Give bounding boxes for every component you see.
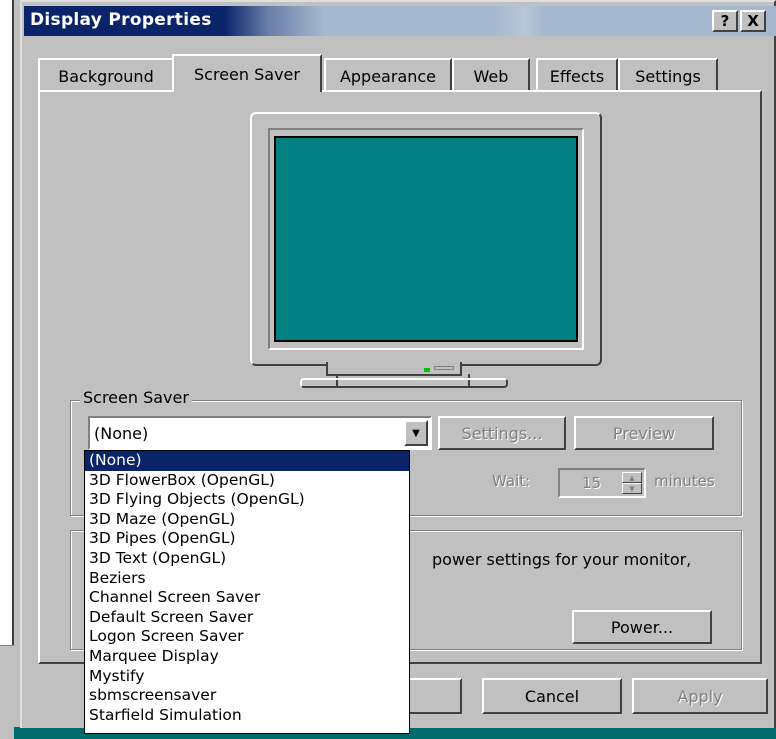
wait-spinner[interactable]: ▲ ▼ <box>622 472 642 494</box>
window-title: Display Properties <box>30 10 212 30</box>
screen-saver-select-value: (None) <box>94 424 149 443</box>
tab-background[interactable]: Background <box>38 58 174 92</box>
tab-appearance[interactable]: Appearance <box>324 58 452 92</box>
chevron-down-icon[interactable]: ▼ <box>404 420 428 446</box>
tab-settings[interactable]: Settings <box>618 58 718 92</box>
list-item[interactable]: sbmscreensaver <box>85 686 409 706</box>
tab-web[interactable]: Web <box>452 58 530 92</box>
background-window-strip <box>0 645 14 739</box>
list-item[interactable]: Beziers <box>85 569 409 589</box>
help-button[interactable]: ? <box>712 10 738 32</box>
background-window-edge <box>0 0 14 739</box>
list-item[interactable]: Channel Screen Saver <box>85 588 409 608</box>
wait-value: 15 <box>582 474 602 492</box>
list-item[interactable]: 3D Flying Objects (OpenGL) <box>85 490 409 510</box>
tab-screen-saver[interactable]: Screen Saver <box>172 54 322 92</box>
cancel-button[interactable]: Cancel <box>482 678 622 714</box>
title-bar[interactable]: Display Properties ? X <box>24 6 776 36</box>
settings-button[interactable]: Settings... <box>438 416 566 450</box>
screen-saver-dropdown-list[interactable]: (None) 3D FlowerBox (OpenGL) 3D Flying O… <box>84 450 410 734</box>
minutes-label: minutes <box>654 472 715 490</box>
wait-stepper[interactable]: 15 ▲ ▼ <box>558 468 646 498</box>
list-item[interactable]: 3D Maze (OpenGL) <box>85 510 409 530</box>
power-led-icon <box>424 368 430 372</box>
list-item[interactable]: Marquee Display <box>85 647 409 667</box>
screen-saver-group-label: Screen Saver <box>80 388 192 407</box>
preview-button[interactable]: Preview <box>574 416 714 450</box>
monitor-preview <box>250 112 602 366</box>
tab-effects[interactable]: Effects <box>536 58 618 92</box>
list-item[interactable]: 3D Text (OpenGL) <box>85 549 409 569</box>
monitor-button-icon <box>434 366 454 370</box>
spin-up-icon[interactable]: ▲ <box>622 472 642 483</box>
list-item[interactable]: Default Screen Saver <box>85 608 409 628</box>
monitor-screen <box>274 136 578 342</box>
list-item[interactable]: Starfield Simulation <box>85 706 409 726</box>
list-item[interactable]: Mystify <box>85 667 409 687</box>
close-button[interactable]: X <box>740 10 766 32</box>
list-item[interactable]: Logon Screen Saver <box>85 627 409 647</box>
energy-description: power settings for your monitor, <box>432 550 692 569</box>
list-item[interactable]: (None) <box>85 451 409 471</box>
list-item[interactable]: 3D FlowerBox (OpenGL) <box>85 471 409 491</box>
wait-label: Wait: <box>492 472 531 490</box>
power-button[interactable]: Power... <box>572 610 712 644</box>
monitor-base <box>300 378 508 388</box>
apply-button[interactable]: Apply <box>632 678 768 714</box>
screen-saver-select[interactable]: (None) ▼ <box>88 416 432 450</box>
spin-down-icon[interactable]: ▼ <box>622 483 642 494</box>
list-item[interactable]: 3D Pipes (OpenGL) <box>85 529 409 549</box>
